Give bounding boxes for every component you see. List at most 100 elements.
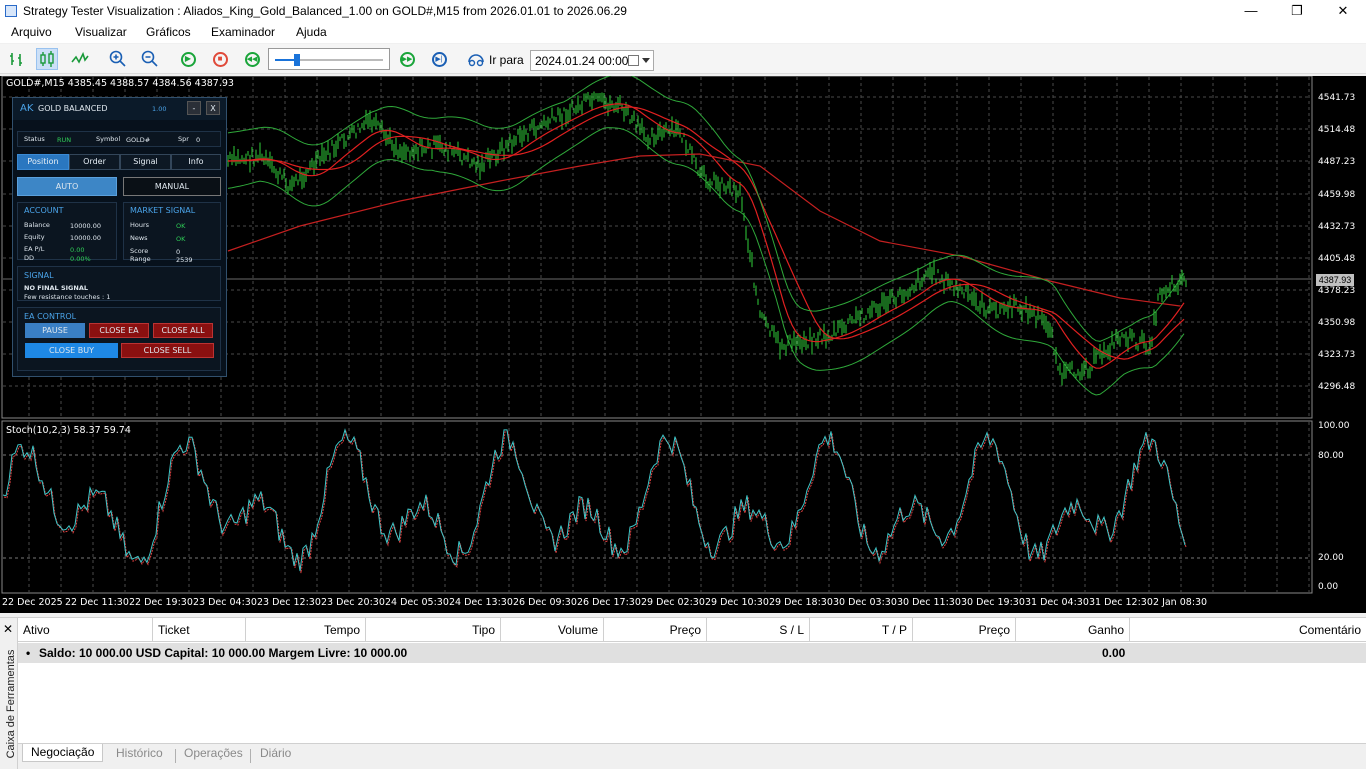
time-label: 22 Dec 2025 — [2, 597, 63, 608]
ea-version: 1.00 — [152, 105, 167, 113]
tab-position[interactable]: Position — [17, 154, 69, 170]
close-sell-button[interactable]: CLOSE SELL — [121, 343, 214, 358]
tab-historico[interactable]: Histórico — [116, 746, 163, 760]
col-comentario[interactable]: Comentário — [1130, 618, 1366, 642]
bar-chart-icon[interactable] — [6, 48, 28, 70]
close-ea-button[interactable]: CLOSE EA — [89, 323, 149, 338]
equity-label: Equity — [24, 233, 45, 241]
col-sl[interactable]: S / L — [707, 618, 810, 642]
time-label: 30 Dec 11:30 — [897, 597, 961, 608]
auto-mode-button[interactable]: AUTO — [17, 177, 117, 196]
fast-forward-icon[interactable]: ▶▶ — [396, 48, 418, 70]
manual-mode-button[interactable]: MANUAL — [123, 177, 221, 196]
close-button[interactable]: ✕ — [1320, 0, 1366, 23]
window-title: Strategy Tester Visualization : Aliados_… — [23, 4, 627, 18]
play-icon[interactable]: ▶ — [177, 48, 199, 70]
menu-graficos[interactable]: Gráficos — [146, 25, 191, 39]
ea-control-box: EA CONTROL PAUSE CLOSE EA CLOSE ALL CLOS… — [17, 307, 221, 371]
bottom-tabs: Negociação Histórico Operações Diário — [18, 743, 1366, 769]
menu-examinador[interactable]: Examinador — [211, 25, 275, 39]
maximize-button[interactable]: ❐ — [1274, 0, 1320, 23]
price-label: 4323.73 — [1318, 350, 1356, 360]
stoch-main-line — [2, 428, 1186, 572]
skip-end-icon[interactable]: ▶| — [428, 48, 450, 70]
speed-slider[interactable] — [268, 48, 390, 70]
stoch-signal-line — [3, 430, 1187, 574]
balance-row[interactable]: • Saldo: 10 000.00 USD Capital: 10 000.0… — [18, 643, 1366, 663]
status-label: Status — [24, 135, 45, 143]
app-icon — [5, 5, 17, 17]
toolbox-label: Caixa de Ferramentas — [5, 649, 17, 759]
zoom-in-icon[interactable] — [107, 48, 129, 70]
chevron-down-icon[interactable] — [642, 58, 650, 63]
price-label: 4405.48 — [1318, 254, 1356, 264]
toolbox-side-tab[interactable]: ✕ Caixa de Ferramentas — [0, 618, 18, 769]
news-label: News — [130, 234, 148, 242]
calendar-icon[interactable] — [628, 55, 639, 66]
balance-label: Balance — [24, 221, 50, 229]
toolbox-close-icon[interactable]: ✕ — [3, 622, 13, 636]
goto-date-picker[interactable]: 2024.01.24 00:00 — [530, 50, 654, 71]
time-label: 22 Dec 11:30 — [65, 597, 129, 608]
balance-summary: Saldo: 10 000.00 USD Capital: 10 000.00 … — [39, 646, 408, 660]
tab-signal[interactable]: Signal — [120, 154, 171, 170]
status-value: RUN — [57, 136, 72, 144]
dd-label: DD — [24, 254, 35, 262]
range-label: Range — [130, 255, 151, 263]
col-ativo[interactable]: Ativo — [18, 618, 153, 642]
close-all-button[interactable]: CLOSE ALL — [153, 323, 213, 338]
line-chart-icon[interactable] — [69, 48, 91, 70]
col-tipo[interactable]: Tipo — [366, 618, 501, 642]
zoom-out-icon[interactable] — [139, 48, 161, 70]
stoch-label: 80.00 — [1318, 451, 1344, 461]
col-volume[interactable]: Volume — [501, 618, 604, 642]
minimize-button[interactable]: — — [1228, 0, 1274, 23]
toolbar: ▶ ■ ◀◀ ▶▶ ▶| — [0, 44, 1366, 74]
col-ticket[interactable]: Ticket — [153, 618, 246, 642]
fast-ma-line — [227, 103, 1185, 369]
time-label: 31 Dec 04:30 — [1025, 597, 1089, 608]
time-label: 30 Dec 03:30 — [833, 597, 897, 608]
ea-logo: AK — [20, 103, 34, 114]
stoch-label: 20.00 — [1318, 553, 1344, 563]
ea-status-bar: Status RUN Symbol GOLD# Spr 0 — [17, 131, 221, 147]
lower-band-line — [227, 127, 1185, 396]
time-label: 29 Dec 02:30 — [641, 597, 705, 608]
news-value: OK — [176, 235, 186, 243]
goto-label: Ir para — [489, 53, 524, 67]
stochastic-pane — [1, 420, 1313, 594]
col-preco-atual[interactable]: Preço — [913, 618, 1016, 642]
goto-date-value[interactable]: 2024.01.24 00:00 — [535, 54, 628, 68]
tab-operacoes[interactable]: Operações — [184, 746, 243, 760]
mid-ma-line — [228, 106, 1185, 360]
ea-title: GOLD BALANCED — [38, 104, 108, 113]
col-ganho[interactable]: Ganho — [1016, 618, 1130, 642]
equity-value: 10000.00 — [70, 234, 102, 242]
pause-button[interactable]: PAUSE — [25, 323, 85, 338]
goto-time-icon[interactable] — [465, 48, 487, 70]
balance-value: 10000.00 — [70, 222, 102, 230]
tab-order[interactable]: Order — [69, 154, 120, 170]
col-tempo[interactable]: Tempo — [246, 618, 366, 642]
ea-panel[interactable]: AK GOLD BALANCED 1.00 - X Status RUN Sym… — [12, 97, 227, 377]
menu-visualizar[interactable]: Visualizar — [75, 25, 127, 39]
tab-diario[interactable]: Diário — [260, 746, 291, 760]
col-tp[interactable]: T / P — [810, 618, 913, 642]
time-label: 26 Dec 09:30 — [513, 597, 577, 608]
col-preco[interactable]: Preço — [604, 618, 707, 642]
ea-panel-header[interactable]: AK GOLD BALANCED 1.00 - X — [13, 98, 226, 120]
menu-arquivo[interactable]: Arquivo — [11, 25, 52, 39]
tab-info[interactable]: Info — [171, 154, 221, 170]
close-buy-button[interactable]: CLOSE BUY — [25, 343, 118, 358]
signal-header: SIGNAL — [24, 271, 54, 280]
stop-icon[interactable]: ■ — [209, 48, 231, 70]
menu-ajuda[interactable]: Ajuda — [296, 25, 327, 39]
time-label: 22 Dec 19:30 — [129, 597, 193, 608]
rewind-icon[interactable]: ◀◀ — [241, 48, 263, 70]
time-label: 29 Dec 10:30 — [705, 597, 769, 608]
tab-negociacao[interactable]: Negociação — [22, 744, 104, 762]
ea-close-button[interactable]: X — [206, 101, 220, 115]
candlestick-icon[interactable] — [36, 48, 58, 70]
stochastic-info: Stoch(10,2,3) 58.37 59.74 — [6, 425, 131, 436]
ea-minimize-button[interactable]: - — [187, 101, 201, 115]
